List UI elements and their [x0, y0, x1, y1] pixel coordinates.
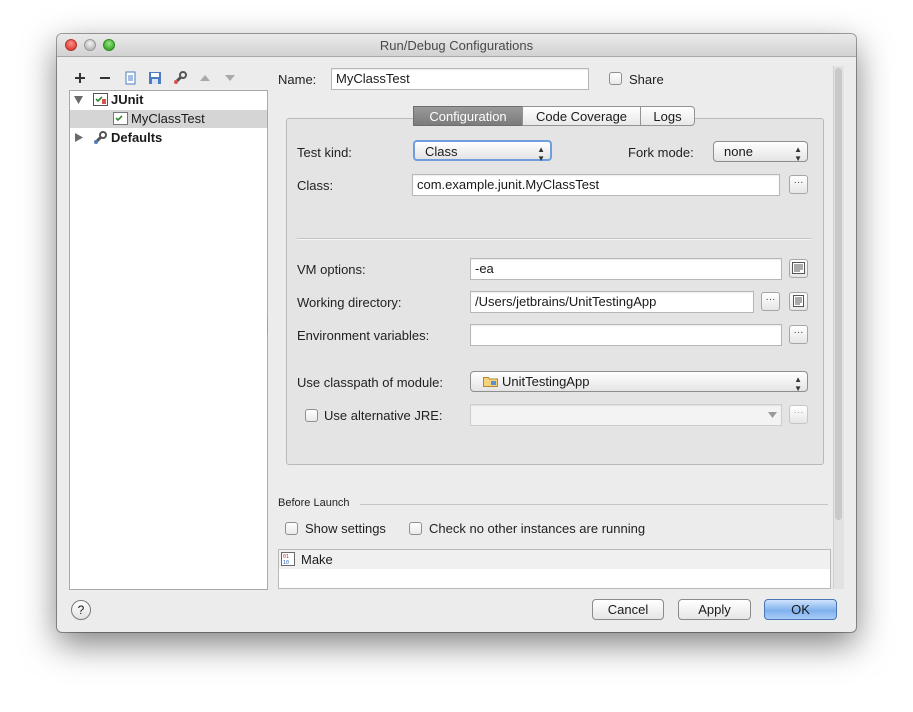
classpath-module-value: UnitTestingApp [502, 374, 589, 389]
title-bar: Run/Debug Configurations [57, 34, 856, 57]
collapsed-arrow-icon[interactable] [75, 133, 83, 142]
vm-options-input[interactable]: -ea [470, 258, 782, 280]
tree-item-label: JUnit [111, 91, 144, 109]
move-down-icon[interactable] [222, 70, 238, 86]
alternative-jre-checkbox[interactable] [305, 409, 318, 422]
working-directory-label: Working directory: [297, 295, 402, 310]
svg-text:10: 10 [283, 560, 289, 566]
dropdown-arrow-icon[interactable] [768, 412, 777, 418]
splitter-handle[interactable] [267, 319, 271, 333]
test-kind-select[interactable]: Class ▲▼ [413, 140, 552, 161]
class-input[interactable]: com.example.junit.MyClassTest [412, 174, 780, 196]
tree-item-label: Defaults [111, 129, 162, 147]
tree-item-defaults[interactable]: Defaults [70, 129, 267, 147]
task-label: Make [301, 552, 333, 567]
class-label: Class: [297, 178, 333, 193]
working-directory-browse-button[interactable]: ··· [761, 292, 780, 311]
share-checkbox[interactable] [609, 72, 622, 85]
macros-button[interactable] [789, 292, 808, 311]
updown-arrows-icon: ▲▼ [794, 375, 802, 393]
alternative-jre-browse-button[interactable]: ··· [789, 405, 808, 424]
fork-mode-label: Fork mode: [628, 145, 694, 160]
before-launch-task-list: 0110 Make [278, 549, 831, 589]
updown-arrows-icon: ▲▼ [794, 145, 802, 163]
copy-icon[interactable] [123, 70, 139, 86]
list-item[interactable]: 0110 Make [279, 550, 830, 569]
working-directory-input[interactable]: /Users/jetbrains/UnitTestingApp [470, 291, 754, 313]
window-title: Run/Debug Configurations [57, 38, 856, 53]
scrollbar-thumb[interactable] [835, 68, 842, 520]
updown-arrows-icon: ▲▼ [537, 145, 545, 163]
before-launch-title: Before Launch [278, 497, 350, 509]
check-instances-checkbox[interactable] [409, 522, 422, 535]
vm-options-label: VM options: [297, 262, 366, 277]
separator [297, 238, 811, 240]
junit-test-icon [113, 112, 128, 125]
environment-variables-browse-button[interactable]: ··· [789, 325, 808, 344]
classpath-module-label: Use classpath of module: [297, 375, 443, 390]
alternative-jre-label: Use alternative JRE: [324, 408, 443, 423]
junit-icon [93, 93, 108, 106]
share-label: Share [629, 72, 664, 87]
plus-icon[interactable] [72, 70, 88, 86]
tree-item-myclasstest[interactable]: MyClassTest [70, 110, 267, 128]
fork-mode-value: none [724, 144, 753, 159]
help-button[interactable]: ? [71, 600, 91, 620]
show-settings-label: Show settings [305, 521, 386, 536]
before-launch-separator [360, 504, 828, 505]
expand-text-icon [792, 262, 805, 274]
tree-item-label: MyClassTest [131, 110, 205, 128]
configuration-tree: JUnit MyClassTest Defaults [69, 90, 268, 590]
tab-logs[interactable]: Logs [640, 106, 695, 126]
expanded-arrow-icon[interactable] [74, 96, 83, 104]
test-kind-label: Test kind: [297, 145, 352, 160]
classpath-module-select[interactable]: UnitTestingApp ▲▼ [470, 371, 808, 392]
apply-button[interactable]: Apply [678, 599, 751, 620]
wrench-icon [92, 130, 108, 146]
alternative-jre-input[interactable] [470, 404, 782, 426]
environment-variables-input[interactable] [470, 324, 782, 346]
make-icon: 0110 [281, 552, 295, 566]
document-icon [793, 295, 804, 307]
move-up-icon[interactable] [197, 70, 213, 86]
show-settings-checkbox[interactable] [285, 522, 298, 535]
test-kind-value: Class [425, 144, 458, 159]
fork-mode-select[interactable]: none ▲▼ [713, 141, 808, 162]
expand-text-button[interactable] [789, 259, 808, 278]
tree-item-junit[interactable]: JUnit [70, 91, 267, 109]
class-browse-button[interactable]: ··· [789, 175, 808, 194]
ok-button[interactable]: OK [764, 599, 837, 620]
environment-variables-label: Environment variables: [297, 328, 429, 343]
module-folder-icon [483, 375, 498, 387]
name-input[interactable]: MyClassTest [331, 68, 589, 90]
save-icon[interactable] [147, 70, 163, 86]
check-instances-label: Check no other instances are running [429, 521, 645, 536]
name-label: Name: [278, 72, 316, 87]
tab-configuration[interactable]: Configuration [413, 106, 523, 126]
cancel-button[interactable]: Cancel [592, 599, 664, 620]
dialog-window: Run/Debug Configurations JUnit MyClassTe… [57, 34, 856, 632]
wrench-icon[interactable] [172, 70, 188, 86]
minus-icon[interactable] [97, 70, 113, 86]
tab-code-coverage[interactable]: Code Coverage [522, 106, 641, 126]
vertical-scrollbar[interactable] [833, 66, 844, 589]
